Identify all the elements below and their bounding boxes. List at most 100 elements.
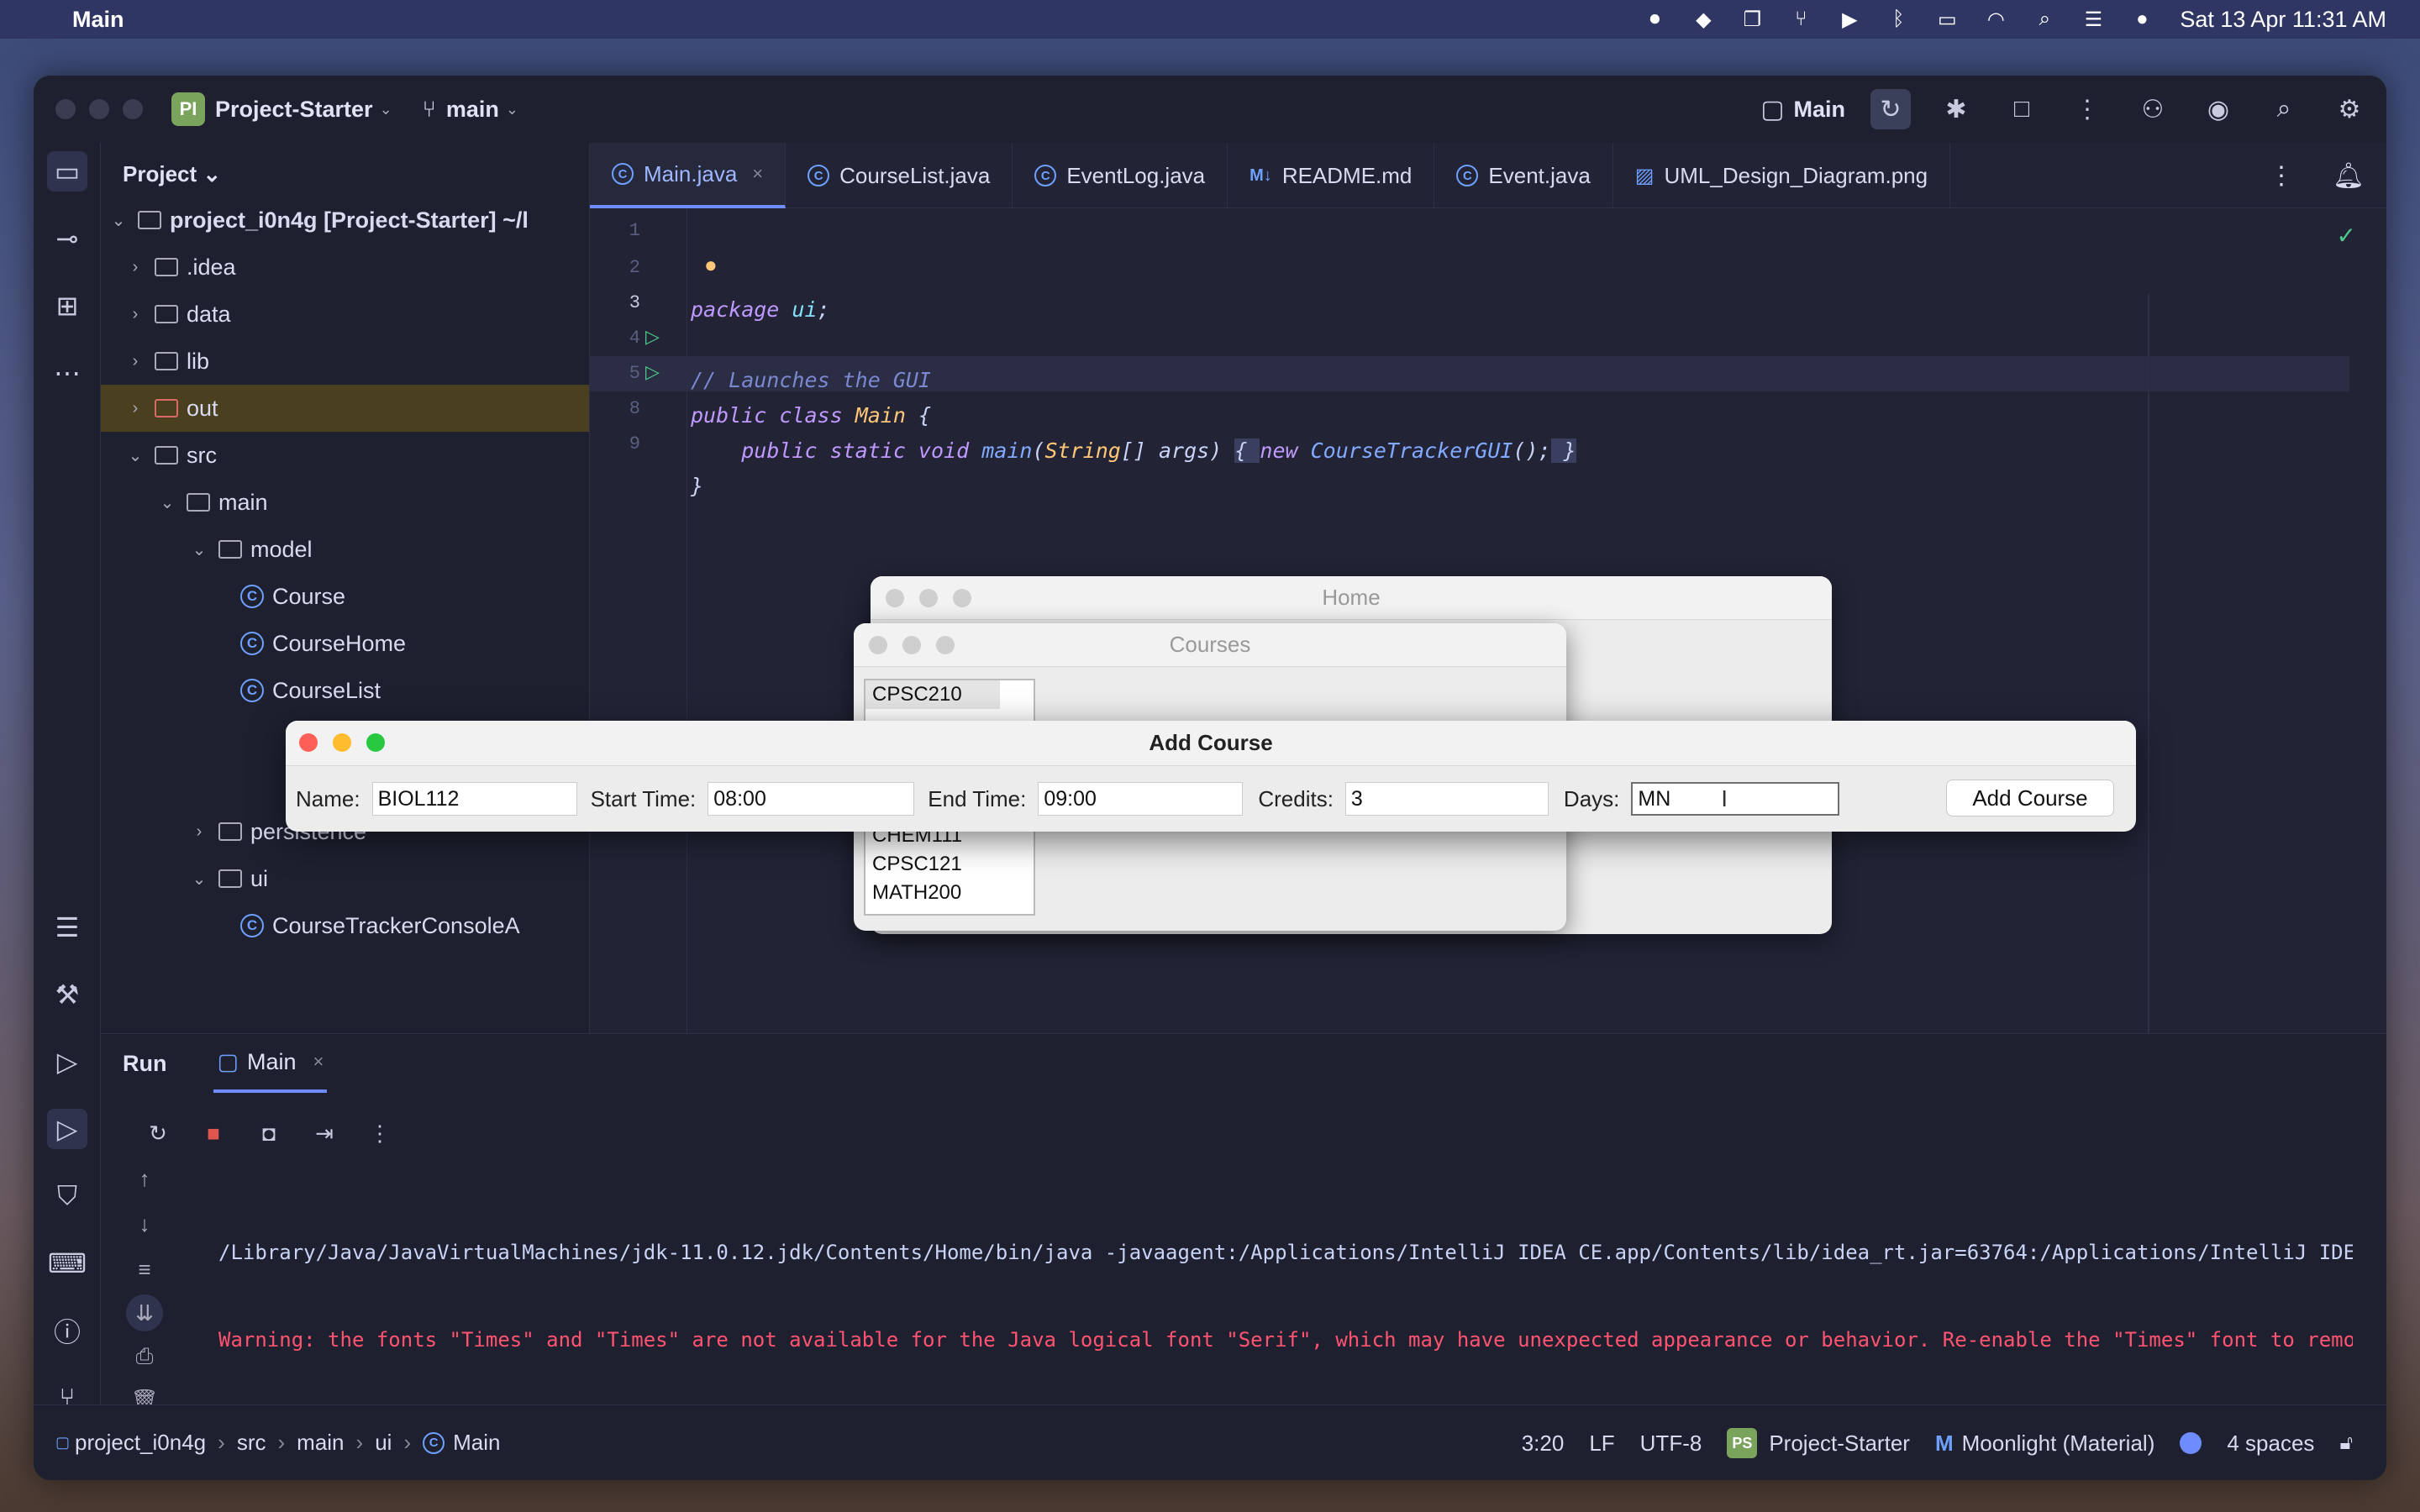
tree-item-course[interactable]: C Course bbox=[101, 573, 589, 620]
breadcrumb-item[interactable]: ui bbox=[375, 1430, 392, 1456]
build-hammer-icon[interactable]: ⚒ bbox=[47, 974, 87, 1015]
tree-item-out[interactable]: › out bbox=[101, 385, 589, 432]
lock-icon[interactable]: 🔓︎ bbox=[2339, 1431, 2353, 1455]
close-window-button[interactable] bbox=[869, 636, 887, 654]
commit-icon[interactable]: ⊸ bbox=[47, 218, 87, 259]
tab-readme-md[interactable]: M↓ README.md bbox=[1228, 143, 1435, 208]
more-tools-icon[interactable]: ⋯ bbox=[47, 353, 87, 393]
indent-setting[interactable]: 4 spaces bbox=[2227, 1431, 2314, 1457]
battery-icon[interactable]: ▭ bbox=[1936, 8, 1958, 31]
breadcrumb-item[interactable]: src bbox=[237, 1430, 266, 1456]
settings-gear-icon[interactable]: ⚙ bbox=[2329, 89, 2370, 129]
project-panel-title[interactable]: Project ⌄ bbox=[123, 161, 221, 187]
code-line-5[interactable]: public static void main(String[] args) {… bbox=[691, 438, 1576, 463]
scroll-to-end-icon[interactable]: ⇊ bbox=[126, 1294, 163, 1331]
tree-item-main[interactable]: ⌄ main bbox=[101, 479, 589, 526]
tree-item-coursehome[interactable]: C CourseHome bbox=[101, 620, 589, 667]
list-item[interactable]: CPSC210 bbox=[865, 680, 1000, 709]
branch-selector[interactable]: main bbox=[446, 97, 499, 123]
soft-wrap-icon[interactable]: ≡ bbox=[126, 1251, 163, 1288]
tree-item-src[interactable]: ⌄ src bbox=[101, 432, 589, 479]
status-dot-icon[interactable] bbox=[2180, 1432, 2202, 1454]
more-options-icon[interactable]: ⋮ bbox=[365, 1118, 395, 1148]
line-separator[interactable]: LF bbox=[1589, 1431, 1614, 1457]
credits-field[interactable]: 3 bbox=[1344, 782, 1549, 816]
run-tool-icon[interactable]: ▷ bbox=[47, 1109, 87, 1149]
fork-icon[interactable]: ⑂ bbox=[1790, 8, 1812, 30]
code-line-4[interactable]: public class Main { bbox=[691, 403, 931, 428]
add-course-window[interactable]: Add Course Name: BIOL112 Start Time: 08:… bbox=[286, 721, 2136, 832]
run-gutter-icon[interactable]: ▷ bbox=[645, 326, 660, 348]
breadcrumb-item[interactable]: project_i0n4g bbox=[75, 1430, 206, 1456]
minimize-window-button[interactable] bbox=[333, 733, 351, 752]
window-icon[interactable]: ❐ bbox=[1741, 8, 1763, 31]
stop-icon[interactable]: □ bbox=[2002, 89, 2042, 129]
more-options-icon[interactable]: ⋮ bbox=[2067, 89, 2107, 129]
terminal-icon[interactable]: ⌨ bbox=[47, 1243, 87, 1284]
bluetooth-icon[interactable]: ᛒ bbox=[1887, 8, 1909, 30]
minimize-window-button[interactable] bbox=[89, 99, 109, 119]
code-line-1[interactable]: package ui; bbox=[691, 297, 830, 322]
search-icon[interactable]: ⌕ bbox=[2264, 89, 2304, 129]
close-tab-icon[interactable]: × bbox=[752, 163, 763, 185]
add-user-icon[interactable]: ⚇ bbox=[2133, 89, 2173, 129]
screenshot-camera-icon[interactable]: ◘ bbox=[254, 1118, 284, 1148]
add-course-button[interactable]: Add Course bbox=[1946, 780, 2114, 816]
no-problems-check-icon[interactable]: ✓ bbox=[2337, 222, 2356, 249]
stop-icon[interactable]: ■ bbox=[198, 1118, 229, 1148]
zoom-window-button[interactable] bbox=[953, 589, 971, 607]
tab-eventlog-java[interactable]: C EventLog.java bbox=[1013, 143, 1228, 208]
days-field[interactable]: MN I bbox=[1631, 782, 1840, 816]
breadcrumb-item[interactable]: Main bbox=[453, 1430, 500, 1456]
tree-item-coursetrackerconsole[interactable]: C CourseTrackerConsoleA bbox=[101, 902, 589, 949]
end-time-field[interactable]: 09:00 bbox=[1038, 782, 1244, 816]
problems-icon[interactable]: ⓘ bbox=[47, 1310, 87, 1351]
project-folder-icon[interactable]: ▭ bbox=[47, 151, 87, 192]
spotlight-search-icon[interactable]: ⌕ bbox=[2033, 8, 2055, 30]
tab-main-java[interactable]: C Main.java × bbox=[590, 143, 786, 208]
lightbulb-icon[interactable]: ● bbox=[704, 252, 718, 278]
tab-event-java[interactable]: C Event.java bbox=[1434, 143, 1613, 208]
zoom-window-button[interactable] bbox=[936, 636, 955, 654]
console-output[interactable]: /Library/Java/JavaVirtualMachines/jdk-11… bbox=[218, 1194, 2353, 1415]
tabs-more-icon[interactable]: ⋮ bbox=[2247, 143, 2316, 208]
run-gutter-icon[interactable]: ▷ bbox=[645, 361, 660, 383]
code-line-8[interactable]: } bbox=[691, 474, 703, 498]
siri-icon[interactable]: ● bbox=[2131, 8, 2153, 30]
arrow-down-icon[interactable]: ↓ bbox=[126, 1205, 163, 1242]
run-config-selector[interactable]: Main bbox=[1793, 97, 1845, 123]
close-window-button[interactable] bbox=[299, 733, 318, 752]
close-window-button[interactable] bbox=[886, 589, 904, 607]
minimize-window-button[interactable] bbox=[902, 636, 921, 654]
play-icon[interactable]: ▶ bbox=[1839, 8, 1860, 31]
todo-list-icon[interactable]: ☰ bbox=[47, 907, 87, 948]
close-tab-icon[interactable]: × bbox=[313, 1051, 324, 1073]
print-icon[interactable]: ⎙ bbox=[126, 1338, 163, 1375]
tab-uml-png[interactable]: ▨ UML_Design_Diagram.png bbox=[1613, 143, 1951, 208]
wifi-icon[interactable]: ◠ bbox=[1985, 8, 2007, 31]
minimize-window-button[interactable] bbox=[919, 589, 938, 607]
tree-item-lib[interactable]: › lib bbox=[101, 338, 589, 385]
project-selector[interactable]: Project-Starter bbox=[215, 97, 373, 123]
services-icon[interactable]: ▷ bbox=[47, 1042, 87, 1082]
plugin-status-icon[interactable]: ◉ bbox=[2198, 89, 2238, 129]
exit-icon[interactable]: ⇥ bbox=[309, 1118, 339, 1148]
name-field[interactable]: BIOL112 bbox=[371, 782, 577, 816]
dropbox-icon[interactable]: ◆ bbox=[1692, 8, 1714, 31]
start-time-field[interactable]: 08:00 bbox=[708, 782, 915, 816]
tree-item-model[interactable]: ⌄ model bbox=[101, 526, 589, 573]
course-list-bottom[interactable]: CHEM111 CPSC121 MATH200 bbox=[864, 820, 1035, 916]
structure-icon[interactable]: ⊞ bbox=[47, 286, 87, 326]
record-icon[interactable]: ⏺ bbox=[1644, 8, 1665, 30]
arrow-up-icon[interactable]: ↑ bbox=[126, 1160, 163, 1197]
zoom-window-button[interactable] bbox=[366, 733, 385, 752]
tree-item-data[interactable]: › data bbox=[101, 291, 589, 338]
theme-selector[interactable]: M Moonlight (Material) bbox=[1935, 1431, 2154, 1457]
notifications-bell-icon[interactable]: 🔔︎ bbox=[2311, 143, 2386, 208]
rerun-icon[interactable]: ↻ bbox=[1870, 89, 1911, 129]
debug-icon[interactable]: ✱ bbox=[1936, 89, 1976, 129]
tab-run-main[interactable]: ▢ Main × bbox=[213, 1034, 328, 1093]
zoom-window-button[interactable] bbox=[123, 99, 143, 119]
control-center-icon[interactable]: ☰ bbox=[2082, 8, 2104, 31]
tab-courselist-java[interactable]: C CourseList.java bbox=[786, 143, 1013, 208]
